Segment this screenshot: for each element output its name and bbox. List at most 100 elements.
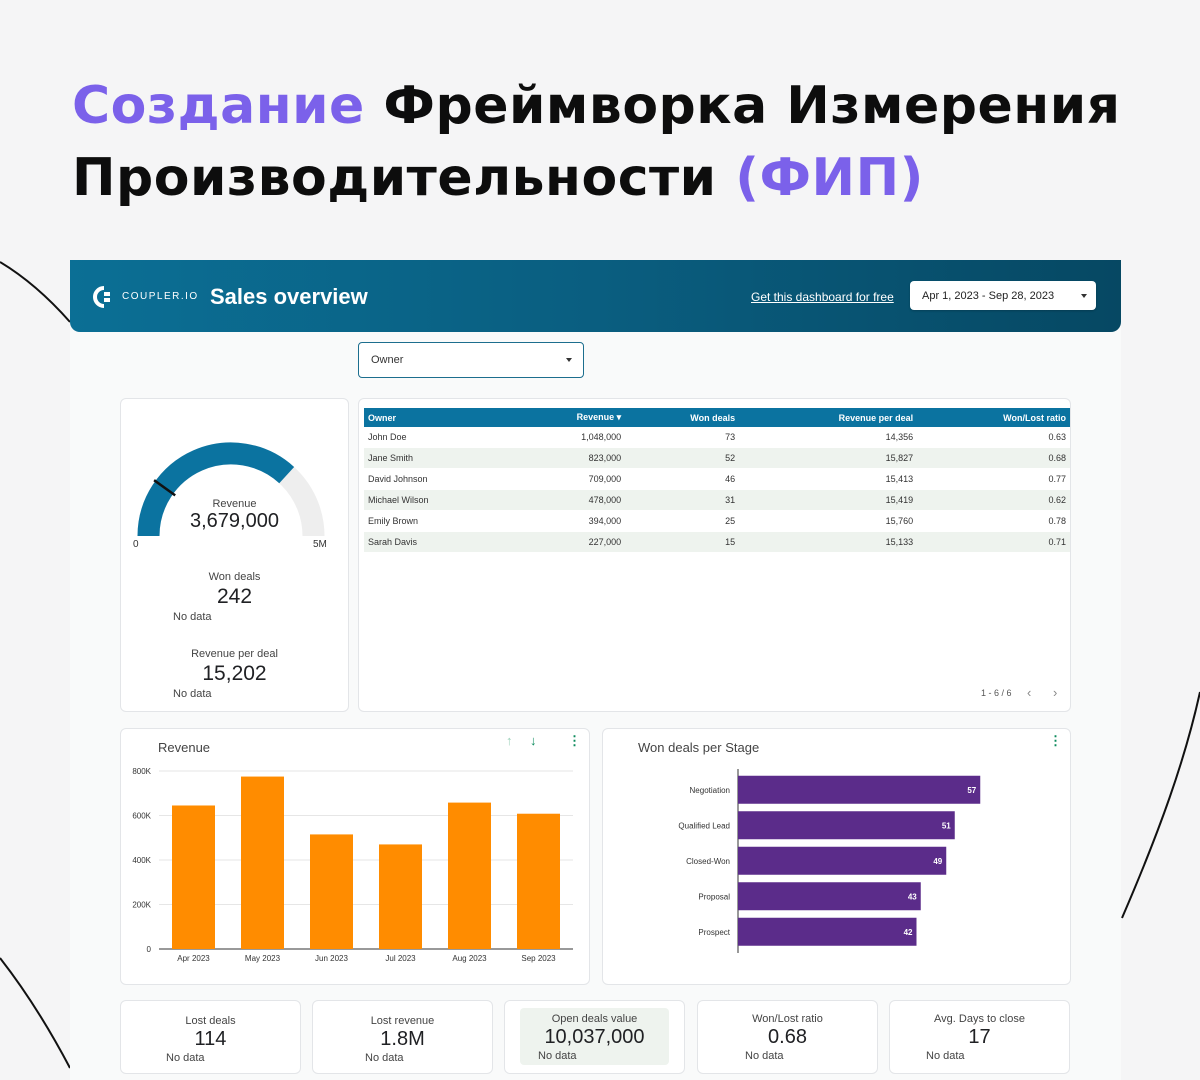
kpi-value: 0.68 xyxy=(768,1026,807,1048)
cell-revenue-per-deal: 15,419 xyxy=(739,489,918,511)
get-dashboard-link[interactable]: Get this dashboard for free xyxy=(751,290,894,304)
revenue-bar[interactable] xyxy=(448,802,491,949)
page-headline: Создание Фреймворка Измерения Производит… xyxy=(72,70,1172,214)
x-tick-label: Aug 2023 xyxy=(452,954,487,963)
cell-owner: Sarah Davis xyxy=(364,531,512,553)
revenue-per-deal-label: Revenue per deal xyxy=(191,648,278,660)
date-range-select[interactable]: Apr 1, 2023 - Sep 28, 2023 xyxy=(910,281,1096,310)
column-header-won-deals[interactable]: Won deals xyxy=(625,408,740,427)
table-row: Emily Brown 394,000 25 15,760 0.78 xyxy=(364,510,1070,532)
kpi-label: Lost revenue xyxy=(370,1015,435,1027)
revenue-bar[interactable] xyxy=(172,805,215,949)
table-header-row: Owner Revenue ▾ Won deals Revenue per de… xyxy=(364,408,1070,427)
x-tick-label: Jun 2023 xyxy=(315,954,348,963)
revenue-chart-card: Revenue ↑ ↓ ⋮ 0 200K 400K 600K 800K Apr 2023 M… xyxy=(120,728,590,985)
cell-won-lost-ratio: 0.77 xyxy=(917,468,1070,490)
cell-revenue: 1,048,000 xyxy=(511,427,626,448)
stage-bar[interactable] xyxy=(738,775,981,804)
x-tick-label: Sep 2023 xyxy=(521,954,556,963)
y-tick-label: 200K xyxy=(132,901,151,910)
kpi-nodata: No data xyxy=(365,1052,404,1064)
won-deals-stage-chart: Negotiation 57 Qualified Lead 51 Closed-Won 4… xyxy=(678,769,981,953)
cell-won-lost-ratio: 0.62 xyxy=(917,489,1070,511)
owners-table: Owner Revenue ▾ Won deals Revenue per de… xyxy=(364,408,1070,553)
cell-revenue: 478,000 xyxy=(511,489,626,511)
revenue-per-deal-nodata: No data xyxy=(173,688,212,700)
x-tick-label: Jul 2023 xyxy=(385,954,416,963)
next-page-icon[interactable]: › xyxy=(1053,685,1057,700)
kpi-card-avg-days-to-close: Avg. Days to close 17 No data xyxy=(889,1000,1070,1074)
cell-won-deals: 15 xyxy=(625,531,740,553)
stage-label: Proposal xyxy=(698,892,730,901)
stage-label: Negotiation xyxy=(690,786,730,795)
cell-owner: Michael Wilson xyxy=(364,489,512,511)
cell-owner: David Johnson xyxy=(364,468,512,490)
won-deals-label: Won deals xyxy=(208,571,261,583)
owner-filter-select[interactable]: Owner xyxy=(358,342,584,378)
table-row: Michael Wilson 478,000 31 15,419 0.62 xyxy=(364,489,1070,511)
coupler-logo-icon xyxy=(93,286,110,308)
chevron-down-icon xyxy=(566,358,572,362)
cell-won-deals: 73 xyxy=(625,427,740,448)
stage-bar[interactable] xyxy=(738,811,955,840)
gauge-max-label: 5M xyxy=(313,539,327,550)
column-header-owner[interactable]: Owner xyxy=(364,408,512,427)
kpi-value: 114 xyxy=(194,1028,227,1050)
cell-owner: Emily Brown xyxy=(364,510,512,532)
stage-label: Qualified Lead xyxy=(678,821,730,830)
stage-chart-card: Won deals per Stage ⋮ Negotiation 57 Quali… xyxy=(602,728,1071,985)
gauge-min-label: 0 xyxy=(133,539,139,550)
headline-accent-end: (ФИП) xyxy=(735,148,924,208)
table-row: Sarah Davis 227,000 15 15,133 0.71 xyxy=(364,531,1070,553)
won-deals-nodata: No data xyxy=(173,611,212,623)
table-row: David Johnson 709,000 46 15,413 0.77 xyxy=(364,468,1070,490)
revenue-bar-chart: 0 200K 400K 600K 800K Apr 2023 May 2023 Jun 202… xyxy=(132,767,573,963)
revenue-label: Revenue xyxy=(212,498,257,510)
dashboard-header: COUPLER.IO Sales overview Get this dashb… xyxy=(70,260,1121,332)
cell-won-lost-ratio: 0.78 xyxy=(917,510,1070,532)
cell-revenue: 227,000 xyxy=(511,531,626,553)
kpi-label: Avg. Days to close xyxy=(934,1013,1025,1025)
kpi-nodata: No data xyxy=(166,1052,205,1064)
stage-bar[interactable] xyxy=(738,846,947,875)
revenue-gauge xyxy=(137,442,325,537)
cell-revenue-per-deal: 15,413 xyxy=(739,468,918,490)
date-range-value: Apr 1, 2023 - Sep 28, 2023 xyxy=(922,290,1055,302)
cell-won-deals: 46 xyxy=(625,468,740,490)
kpi-card-lost-deals: Lost deals 114 No data xyxy=(120,1000,301,1074)
y-tick-label: 0 xyxy=(147,945,152,954)
kpi-nodata: No data xyxy=(926,1050,965,1062)
owner-filter-label: Owner xyxy=(371,354,404,366)
chevron-down-icon xyxy=(1081,294,1087,298)
kpi-nodata: No data xyxy=(538,1050,577,1062)
revenue-bar[interactable] xyxy=(310,834,353,949)
kpi-card-lost-revenue: Lost revenue 1.8M No data xyxy=(312,1000,493,1074)
stage-value-label: 51 xyxy=(942,821,951,830)
stage-bar[interactable] xyxy=(738,917,917,946)
kpi-value: 1.8M xyxy=(380,1028,425,1050)
cell-revenue: 823,000 xyxy=(511,447,626,469)
cell-won-lost-ratio: 0.63 xyxy=(917,427,1070,448)
stage-value-label: 49 xyxy=(933,857,942,866)
cell-won-deals: 25 xyxy=(625,510,740,532)
previous-page-icon[interactable]: ‹ xyxy=(1027,685,1031,700)
kpi-label: Lost deals xyxy=(185,1015,236,1027)
cell-won-deals: 31 xyxy=(625,489,740,511)
revenue-value: 3,679,000 xyxy=(190,510,279,532)
revenue-bar[interactable] xyxy=(517,813,560,949)
kpi-nodata: No data xyxy=(745,1050,784,1062)
cell-owner: Jane Smith xyxy=(364,447,512,469)
column-header-revenue-per-deal[interactable]: Revenue per deal xyxy=(739,408,918,427)
stage-value-label: 42 xyxy=(904,928,913,937)
stage-bar[interactable] xyxy=(738,882,921,911)
column-header-revenue[interactable]: Revenue ▾ xyxy=(511,408,626,427)
x-tick-label: May 2023 xyxy=(245,954,281,963)
cell-revenue: 394,000 xyxy=(511,510,626,532)
x-tick-label: Apr 2023 xyxy=(177,954,210,963)
column-header-won-lost-ratio[interactable]: Won/Lost ratio xyxy=(917,408,1070,427)
revenue-bar[interactable] xyxy=(241,776,284,949)
revenue-bar[interactable] xyxy=(379,844,422,949)
cell-revenue-per-deal: 14,356 xyxy=(739,427,918,448)
owners-table-card: Owner Revenue ▾ Won deals Revenue per de… xyxy=(358,398,1071,712)
table-row: Jane Smith 823,000 52 15,827 0.68 xyxy=(364,447,1070,469)
